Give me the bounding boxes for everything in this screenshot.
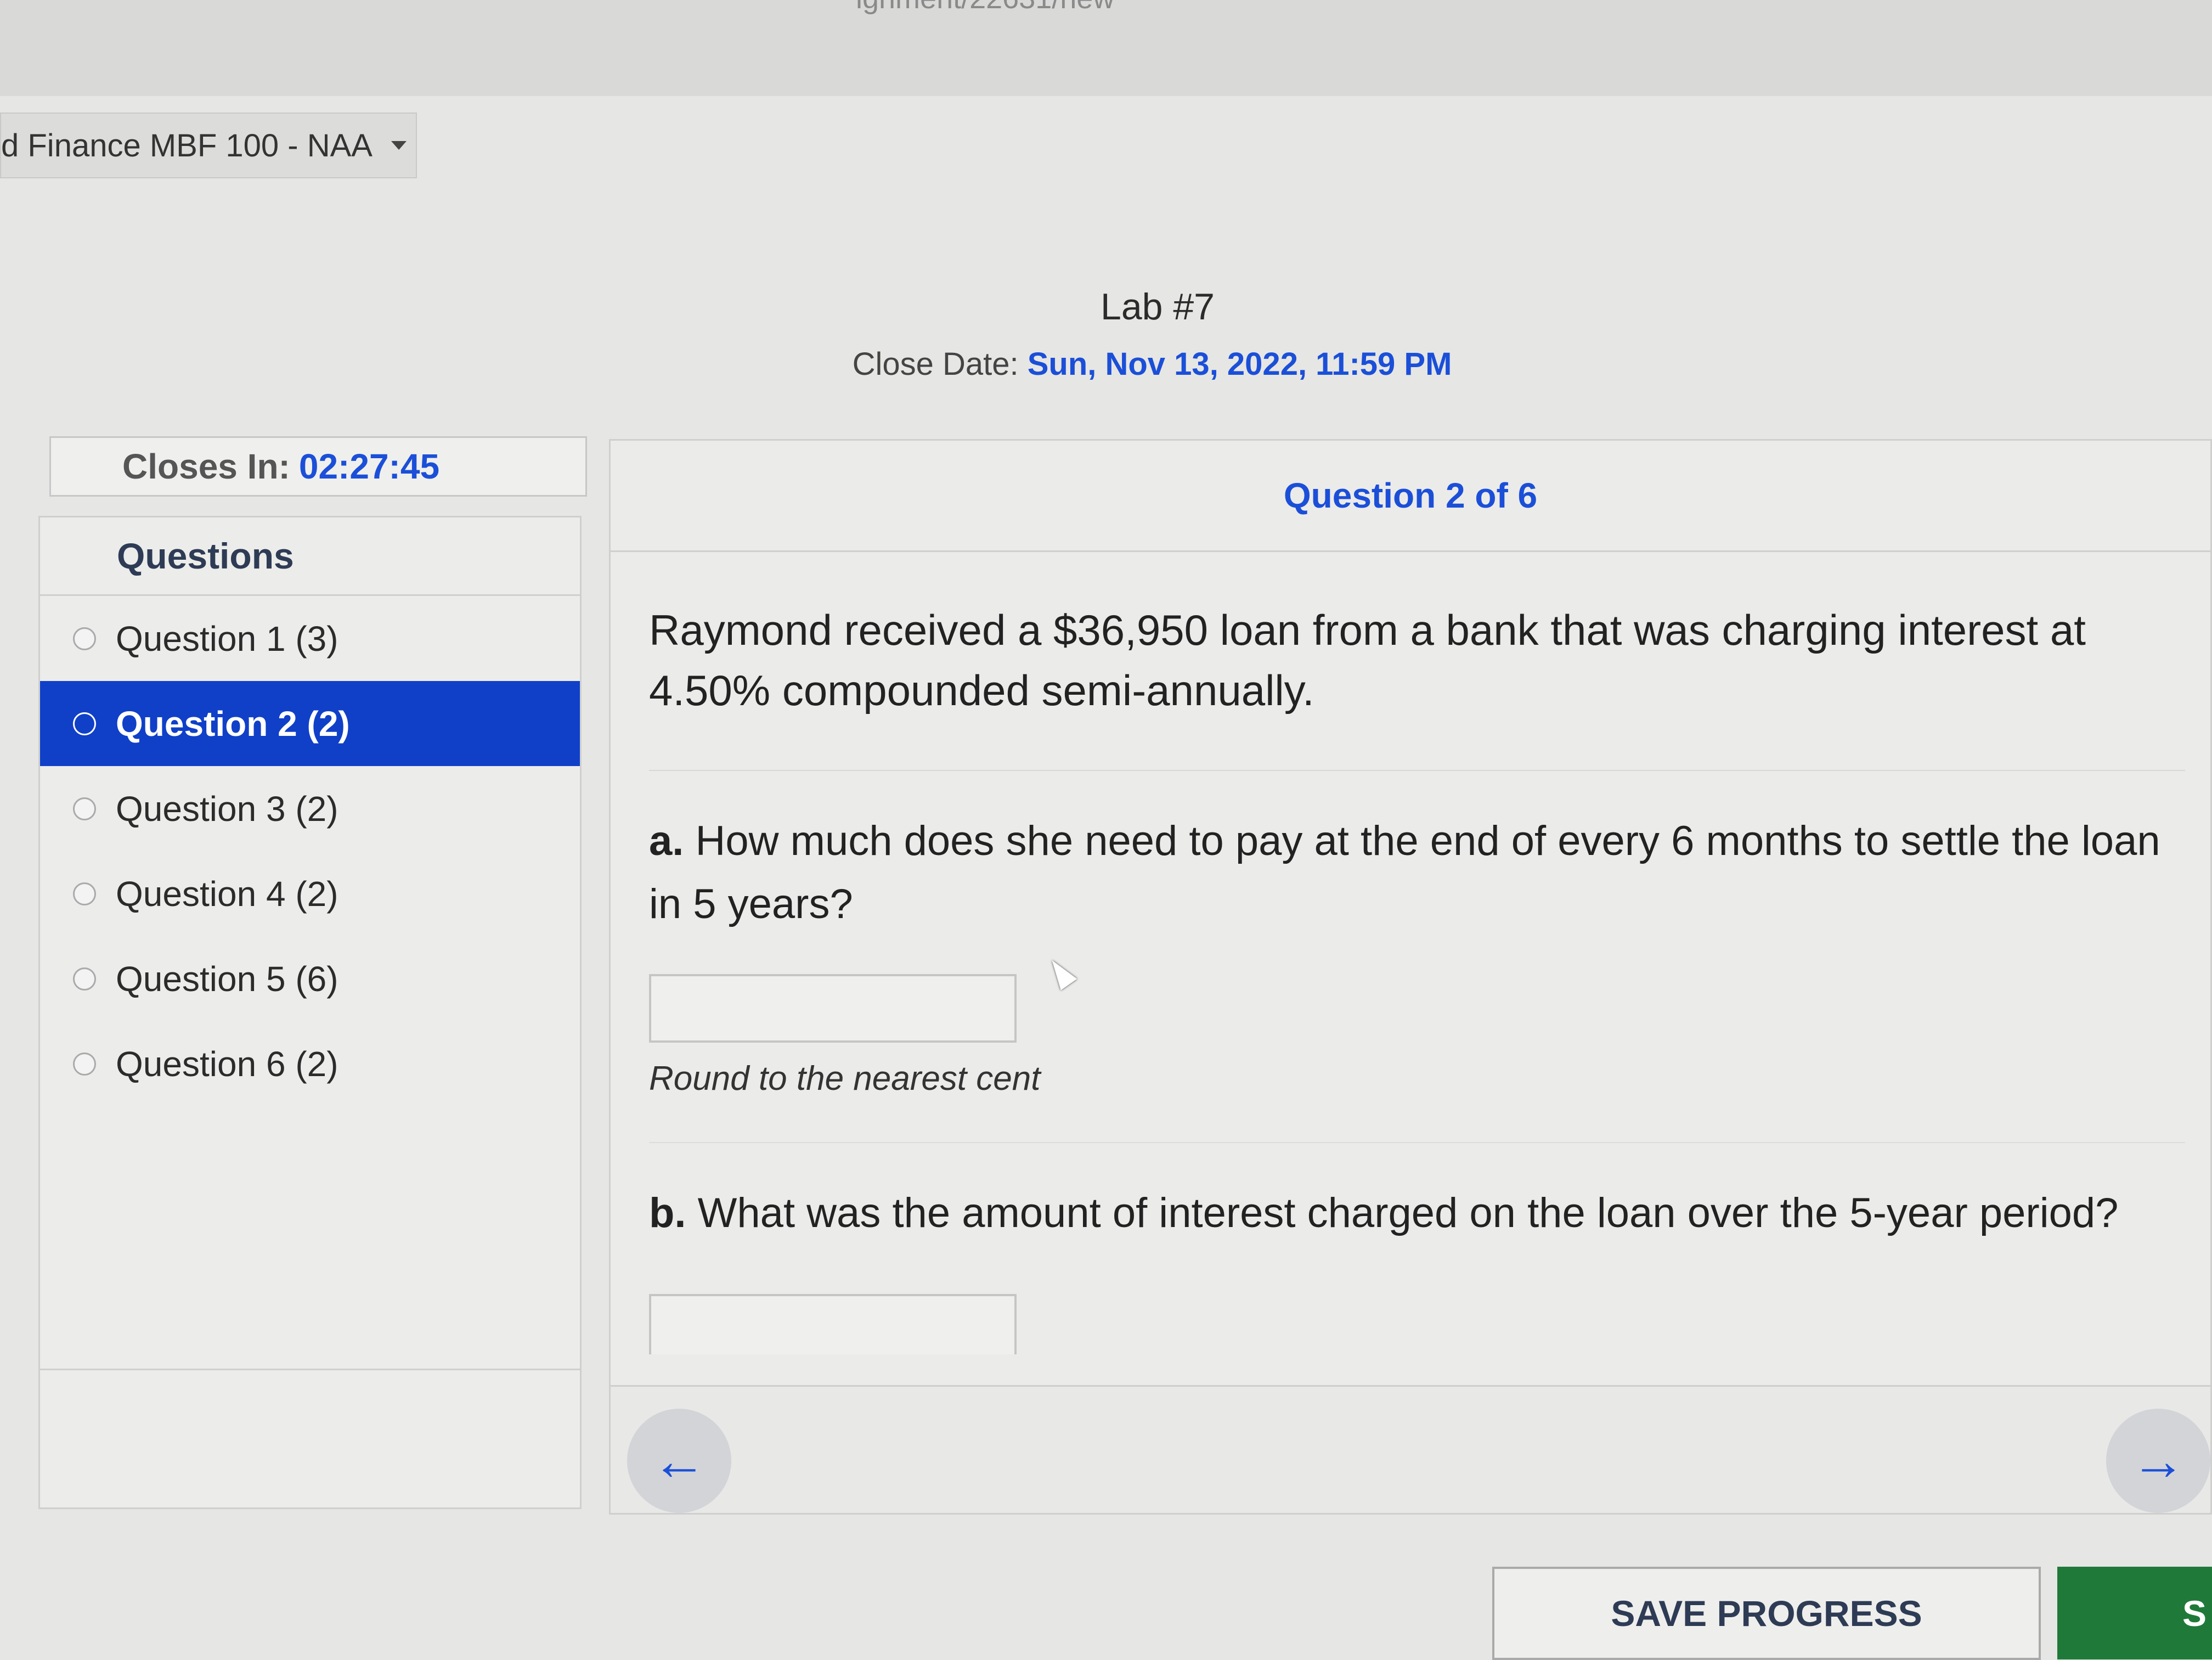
next-question-button[interactable]: → [2106,1409,2210,1513]
url-text[interactable]: ignment/22631/new [856,0,1114,15]
question-content: Raymond received a $36,950 loan from a b… [649,600,2185,1354]
radio-icon [73,627,96,650]
part-b-answer-input[interactable] [649,1294,1017,1354]
caret-down-icon [391,141,407,150]
part-a-answer-input[interactable] [649,974,1017,1043]
part-b-label: b. [649,1190,686,1236]
sidebar-item-question-3[interactable]: Question 3 (2) [40,766,580,851]
question-label: Question 5 (6) [116,959,338,999]
radio-icon [73,1052,96,1076]
close-date-value: Sun, Nov 13, 2022, 11:59 PM [1027,346,1452,382]
divider [649,1142,2185,1143]
radio-icon [73,797,96,820]
submit-button[interactable]: S [2057,1567,2212,1659]
sidebar-item-question-5[interactable]: Question 5 (6) [40,936,580,1021]
sidebar-item-question-1[interactable]: Question 1 (3) [40,596,580,681]
part-a-label: a. [649,818,684,864]
question-panel: Question 2 of 6 Raymond received a $36,9… [609,439,2212,1515]
assignment-title: Lab #7 [1101,286,1215,328]
close-date-label: Close Date: [852,346,1019,382]
arrow-right-icon: → [2131,1430,2186,1492]
course-name: Finance MBF 100 - NAA [1,127,373,164]
countdown-timer: Closes In: 02:27:45 [49,436,587,497]
close-date: Close Date: Sun, Nov 13, 2022, 11:59 PM [834,346,1470,382]
part-a-prompt: a. How much does she need to pay at the … [649,809,2185,936]
radio-icon [73,712,96,735]
course-selector[interactable]: Finance MBF 100 - NAA [0,112,417,178]
rounding-hint: Round to the nearest cent [649,1060,1041,1098]
divider [649,770,2185,771]
sidebar-footer [40,1369,580,1507]
question-header: Question 2 of 6 [611,441,2210,552]
part-b-prompt: b. What was the amount of interest charg… [649,1181,2185,1245]
previous-question-button[interactable]: ← [627,1409,731,1513]
radio-icon [73,882,96,905]
sidebar-item-question-6[interactable]: Question 6 (2) [40,1021,580,1106]
timer-label: Closes In: [122,447,290,486]
save-progress-button[interactable]: SAVE PROGRESS [1492,1567,2041,1660]
question-label: Question 3 (2) [116,789,338,829]
question-nav-bar: ← → [611,1385,2210,1513]
question-label: Question 6 (2) [116,1044,338,1084]
questions-sidebar: Questions Question 1 (3) Question 2 (2) … [38,516,582,1509]
part-a-text: How much does she need to pay at the end… [649,818,2160,927]
question-label: Question 1 (3) [116,618,338,659]
question-intro: Raymond received a $36,950 loan from a b… [649,606,2086,714]
sidebar-item-question-4[interactable]: Question 4 (2) [40,851,580,936]
part-b-text: What was the amount of interest charged … [697,1190,2119,1236]
arrow-left-icon: ← [652,1430,707,1492]
question-label: Question 4 (2) [116,874,338,914]
sidebar-item-question-2[interactable]: Question 2 (2) [40,681,580,766]
timer-value: 02:27:45 [298,447,440,486]
question-label: Question 2 (2) [116,704,350,744]
browser-bar: ignment/22631/new [0,0,2212,96]
sidebar-heading: Questions [40,517,580,596]
radio-icon [73,967,96,991]
